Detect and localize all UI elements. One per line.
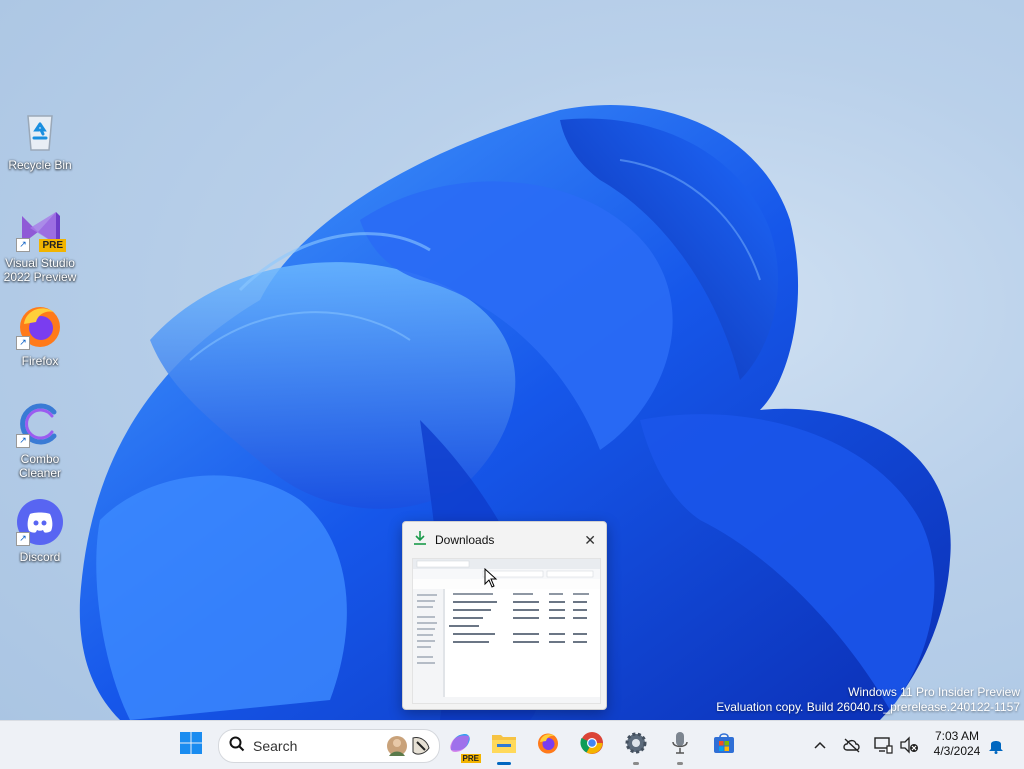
volume-muted-icon[interactable] bbox=[899, 735, 919, 755]
desktop-icon-recycle-bin[interactable]: Recycle Bin bbox=[2, 106, 78, 172]
thumbnail-title: Downloads bbox=[435, 533, 495, 547]
taskbar-microphone[interactable] bbox=[664, 729, 696, 765]
shortcut-arrow-icon: ↗ bbox=[16, 336, 30, 350]
discord-icon: ↗ bbox=[16, 498, 64, 546]
desktop-icon-discord[interactable]: ↗ Discord bbox=[2, 498, 78, 564]
search-icon bbox=[229, 736, 245, 757]
search-box[interactable]: Search bbox=[218, 729, 440, 763]
desktop-icon-firefox[interactable]: ↗ Firefox bbox=[2, 302, 78, 368]
active-app-indicator bbox=[497, 762, 511, 765]
file-explorer-icon bbox=[491, 731, 517, 760]
windows-start-icon bbox=[179, 731, 203, 760]
explorer-window-preview[interactable] bbox=[412, 558, 601, 704]
visual-studio-icon: PRE ↗ bbox=[16, 204, 66, 252]
taskbar-settings[interactable] bbox=[620, 729, 652, 765]
download-icon bbox=[413, 530, 427, 551]
running-app-indicator bbox=[677, 762, 683, 765]
taskbar-copilot[interactable]: PRE bbox=[444, 729, 481, 763]
preview-badge: PRE bbox=[39, 239, 66, 252]
settings-gear-icon bbox=[624, 731, 648, 760]
desktop-icon-label: Firefox bbox=[21, 354, 59, 368]
microsoft-store-icon bbox=[712, 731, 736, 760]
close-icon[interactable]: ✕ bbox=[584, 532, 596, 549]
clock-date: 4/3/2024 bbox=[933, 744, 981, 758]
copilot-icon: PRE bbox=[447, 730, 481, 763]
thumbnail-header: Downloads ✕ bbox=[403, 522, 606, 558]
search-highlight-icon bbox=[385, 732, 433, 765]
combo-cleaner-icon: ↗ bbox=[16, 400, 64, 448]
downloads-thumbnail-preview[interactable]: Downloads ✕ bbox=[402, 521, 607, 710]
mouse-cursor bbox=[484, 567, 498, 593]
taskbar-file-explorer[interactable] bbox=[488, 729, 520, 765]
clock[interactable]: 7:03 AM 4/3/2024 bbox=[924, 729, 990, 759]
desktop-icon-label: Visual Studio 2022 Preview bbox=[3, 256, 77, 284]
desktop-icon-label: Discord bbox=[19, 550, 61, 564]
desktop-icon-combo-cleaner[interactable]: ↗ Combo Cleaner bbox=[2, 400, 78, 480]
taskbar-firefox[interactable] bbox=[532, 729, 564, 761]
chrome-icon bbox=[580, 731, 604, 760]
taskbar-store[interactable] bbox=[708, 729, 740, 761]
start-button[interactable] bbox=[175, 729, 207, 761]
notification-bell-icon[interactable] bbox=[986, 735, 1006, 755]
search-placeholder: Search bbox=[253, 738, 298, 754]
taskbar: Search PRE 7:03 AM 4/3/2024 bbox=[0, 720, 1024, 769]
preview-badge: PRE bbox=[460, 753, 481, 763]
desktop-icon-label: Recycle Bin bbox=[8, 158, 72, 172]
running-app-indicator bbox=[633, 762, 639, 765]
taskbar-chrome[interactable] bbox=[576, 729, 608, 761]
network-icon[interactable] bbox=[873, 735, 893, 755]
watermark-build: Evaluation copy. Build 26040.rs_prerelea… bbox=[716, 700, 1020, 714]
windows-watermark: Windows 11 Pro Insider Preview Evaluatio… bbox=[716, 685, 1020, 715]
firefox-icon: ↗ bbox=[16, 302, 64, 350]
shortcut-arrow-icon: ↗ bbox=[16, 532, 30, 546]
desktop-icon-label: Combo Cleaner bbox=[18, 452, 62, 480]
firefox-icon bbox=[536, 731, 560, 760]
recycle-bin-icon bbox=[16, 106, 64, 154]
microphone-icon bbox=[670, 730, 690, 761]
desktop-icon-visual-studio[interactable]: PRE ↗ Visual Studio 2022 Preview bbox=[2, 204, 78, 284]
clock-time: 7:03 AM bbox=[934, 729, 980, 743]
shortcut-arrow-icon: ↗ bbox=[16, 238, 30, 252]
watermark-edition: Windows 11 Pro Insider Preview bbox=[848, 685, 1020, 699]
cloud-offline-icon[interactable] bbox=[842, 735, 862, 755]
chevron-up-icon[interactable] bbox=[810, 735, 830, 755]
shortcut-arrow-icon: ↗ bbox=[16, 434, 30, 448]
